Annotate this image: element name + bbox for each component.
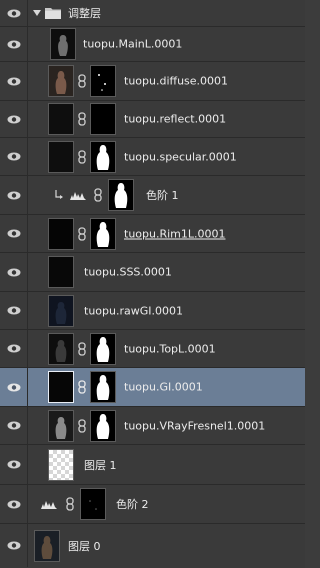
layer-row[interactable]: tuopu.VRayFresnel1.0001	[0, 407, 305, 445]
visibility-toggle[interactable]	[0, 330, 28, 367]
layer-name[interactable]: tuopu.TopL.0001	[124, 342, 216, 355]
clipping-arrow-icon	[55, 190, 63, 199]
layer-mask-thumbnail[interactable]	[80, 488, 106, 520]
visibility-toggle[interactable]	[0, 62, 28, 100]
visibility-toggle[interactable]	[0, 253, 28, 291]
eye-icon	[7, 268, 20, 276]
visibility-toggle[interactable]	[0, 27, 28, 61]
layer-thumbnail[interactable]	[48, 256, 74, 288]
layer-mask-thumbnail[interactable]	[90, 217, 116, 250]
link-icon[interactable]	[78, 74, 86, 88]
layer-row[interactable]: tuopu.reflect.0001	[0, 101, 305, 138]
layer-name[interactable]: 图层 1	[84, 457, 117, 473]
layer-row-selected[interactable]: tuopu.GI.0001	[0, 368, 305, 407]
layer-mask-thumbnail[interactable]	[90, 140, 116, 173]
layer-thumbnail[interactable]	[48, 217, 74, 250]
layer-thumbnail[interactable]	[48, 332, 74, 365]
eye-icon	[7, 460, 20, 469]
layer-mask-thumbnail[interactable]	[108, 179, 134, 211]
visibility-toggle[interactable]	[0, 176, 28, 214]
levels-histogram-icon	[70, 192, 86, 200]
eye-icon	[7, 306, 20, 315]
visibility-toggle[interactable]	[0, 445, 28, 484]
eye-icon	[7, 77, 20, 85]
layer-name[interactable]: 色阶 1	[146, 187, 179, 203]
visibility-toggle[interactable]	[0, 368, 28, 406]
layer-name[interactable]: tuopu.GI.0001	[124, 381, 203, 394]
layers-panel: 调整层 tuopu.MainL.0001 tuopu.diffuse.0001 …	[0, 0, 305, 568]
layer-name[interactable]: tuopu.reflect.0001	[124, 113, 226, 126]
layer-mask-thumbnail[interactable]	[90, 103, 116, 135]
layer-thumbnail[interactable]	[48, 103, 74, 135]
layer-name[interactable]: tuopu.SSS.0001	[84, 266, 172, 279]
visibility-toggle[interactable]	[0, 101, 28, 137]
eye-icon	[7, 229, 20, 238]
eye-icon	[7, 500, 20, 508]
link-icon[interactable]	[78, 418, 86, 433]
layer-thumbnail[interactable]	[48, 371, 74, 403]
layer-name[interactable]: 色阶 2	[116, 496, 149, 512]
visibility-toggle[interactable]	[0, 524, 28, 567]
eye-icon	[7, 152, 20, 161]
group-name: 调整层	[68, 7, 101, 20]
layer-thumbnail[interactable]	[50, 28, 76, 60]
eye-icon	[7, 383, 20, 391]
eye-icon	[7, 344, 20, 353]
layer-thumbnail[interactable]	[48, 140, 74, 173]
eye-icon	[7, 9, 20, 17]
layer-thumbnail[interactable]	[48, 448, 74, 481]
visibility-toggle[interactable]	[0, 138, 28, 175]
visibility-toggle[interactable]	[0, 407, 28, 444]
levels-histogram-icon	[41, 501, 57, 509]
layer-name[interactable]: tuopu.specular.0001	[124, 150, 237, 163]
layer-row[interactable]: 图层 1	[0, 445, 305, 485]
layer-name[interactable]: 图层 0	[68, 538, 101, 554]
adjustment-layer-row[interactable]: 色阶 2	[0, 485, 305, 524]
eye-icon	[7, 541, 20, 550]
group-row[interactable]: 调整层	[0, 0, 305, 27]
layer-name[interactable]: tuopu.diffuse.0001	[124, 75, 228, 88]
link-icon[interactable]	[94, 188, 102, 202]
layer-thumbnail[interactable]	[48, 294, 74, 327]
layer-name[interactable]: tuopu.VRayFresnel1.0001	[124, 419, 265, 432]
layer-row[interactable]: 图层 0	[0, 524, 305, 567]
folder-icon	[45, 8, 61, 19]
layer-row[interactable]: tuopu.diffuse.0001	[0, 62, 305, 101]
layer-row[interactable]: tuopu.Rim1L.0001	[0, 215, 305, 253]
layer-mask-thumbnail[interactable]	[90, 371, 116, 403]
visibility-toggle[interactable]	[0, 485, 28, 523]
layer-name[interactable]: tuopu.Rim1L.0001	[124, 227, 226, 240]
link-icon[interactable]	[66, 497, 74, 511]
layer-row[interactable]: tuopu.TopL.0001	[0, 330, 305, 368]
eye-icon	[7, 115, 20, 123]
layer-row[interactable]: tuopu.rawGI.0001	[0, 292, 305, 330]
eye-icon	[7, 191, 20, 199]
layer-thumbnail[interactable]	[48, 409, 74, 442]
visibility-toggle[interactable]	[0, 0, 28, 26]
visibility-toggle[interactable]	[0, 215, 28, 252]
eye-icon	[7, 421, 20, 430]
layer-thumbnail[interactable]	[48, 65, 74, 97]
layer-mask-thumbnail[interactable]	[90, 409, 116, 442]
layer-row[interactable]: tuopu.SSS.0001	[0, 253, 305, 292]
link-icon[interactable]	[78, 226, 86, 241]
adjustment-layer-row[interactable]: 色阶 1	[0, 176, 305, 215]
eye-icon	[7, 40, 20, 48]
link-icon[interactable]	[78, 341, 86, 356]
link-icon[interactable]	[78, 112, 86, 126]
layer-mask-thumbnail[interactable]	[90, 332, 116, 365]
chevron-down-icon[interactable]	[33, 10, 41, 16]
link-icon[interactable]	[78, 149, 86, 164]
layer-row[interactable]: tuopu.specular.0001	[0, 138, 305, 176]
layer-thumbnail[interactable]	[34, 529, 60, 562]
layer-name[interactable]: tuopu.MainL.0001	[83, 38, 182, 51]
layer-row[interactable]: tuopu.MainL.0001	[0, 27, 305, 62]
visibility-toggle[interactable]	[0, 292, 28, 329]
link-icon[interactable]	[78, 380, 86, 394]
layer-name[interactable]: tuopu.rawGI.0001	[84, 304, 183, 317]
layer-mask-thumbnail[interactable]	[90, 65, 116, 97]
